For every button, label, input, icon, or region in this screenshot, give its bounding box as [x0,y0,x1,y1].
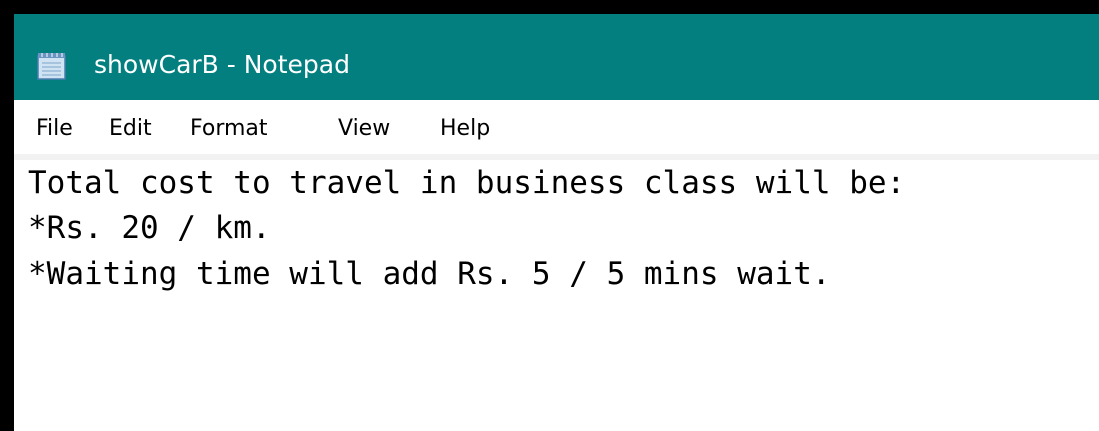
menu-view[interactable]: View [338,112,390,146]
menu-bar: File Edit Format View Help [14,100,1099,154]
text-editor-area[interactable]: Total cost to travel in business class w… [14,160,1099,431]
editor-line: Total cost to travel in business class w… [28,165,906,201]
notepad-icon [37,52,67,80]
notepad-window: showCarB - Notepad File Edit Format View… [14,14,1099,431]
menu-file[interactable]: File [36,112,73,146]
editor-line: *Waiting time will add Rs. 5 / 5 mins wa… [28,256,831,292]
menu-help[interactable]: Help [440,112,490,146]
window-title: showCarB - Notepad [94,50,350,79]
menu-format[interactable]: Format [190,112,268,146]
screenshot-frame: showCarB - Notepad File Edit Format View… [0,0,1099,431]
menu-edit[interactable]: Edit [109,112,152,146]
editor-line: *Rs. 20 / km. [28,210,271,246]
title-bar[interactable]: showCarB - Notepad [14,14,1099,100]
